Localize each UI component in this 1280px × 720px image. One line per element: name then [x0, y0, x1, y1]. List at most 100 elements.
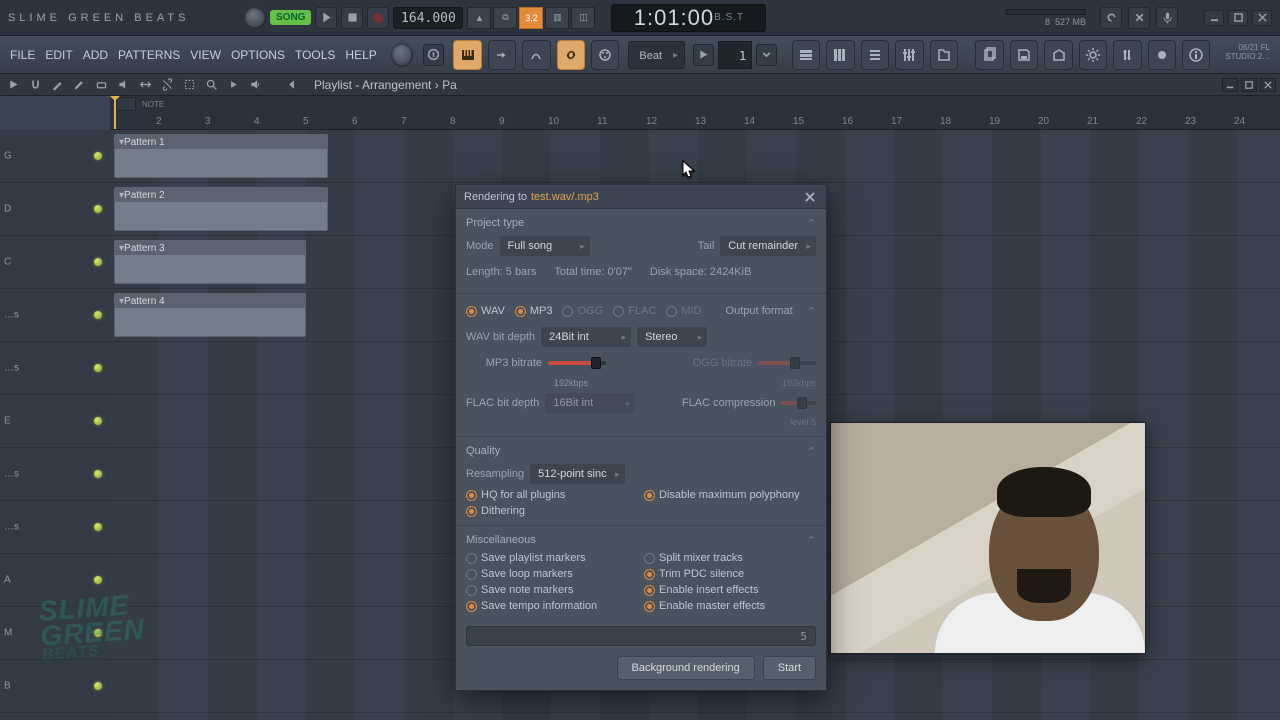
ts-play2-icon[interactable]: [224, 76, 242, 94]
menu-patterns[interactable]: PATTERNS: [114, 44, 184, 66]
track-header[interactable]: G: [0, 130, 110, 183]
track-header[interactable]: B: [0, 660, 110, 713]
render-tail-dropdown[interactable]: Cut remainder: [720, 236, 816, 256]
timeline-ruler[interactable]: NOTE 23456789101112131415161718192021222…: [110, 96, 1280, 130]
ts-erase-icon[interactable]: [92, 76, 110, 94]
ts-play-icon[interactable]: [4, 76, 22, 94]
clip-menu-icon[interactable]: [119, 243, 124, 254]
collapse-icon[interactable]: ⌃: [807, 305, 816, 318]
tempo-display[interactable]: 164.000: [393, 7, 463, 29]
check-hq-for-all-plugins[interactable]: HQ for all plugins: [466, 489, 638, 501]
track-header[interactable]: …s: [0, 448, 110, 501]
tool-info-icon[interactable]: [1182, 40, 1210, 70]
undo-history-icon[interactable]: [1100, 7, 1122, 29]
ts-magnet-icon[interactable]: [26, 76, 44, 94]
time-counter[interactable]: 1:01:00 B.S.T: [611, 4, 766, 32]
check-dithering[interactable]: Dithering: [466, 505, 638, 517]
master-volume-knob[interactable]: [391, 43, 414, 67]
check-save-tempo-information[interactable]: Save tempo information: [466, 600, 638, 612]
menu-options[interactable]: OPTIONS: [227, 44, 289, 66]
track-led-icon[interactable]: [94, 311, 102, 319]
metronome-icon[interactable]: ▲: [467, 7, 491, 29]
track-header[interactable]: E: [0, 395, 110, 448]
loop-rec-icon[interactable]: ◫: [571, 7, 595, 29]
snap-dropdown[interactable]: Beat: [628, 41, 685, 69]
view-playlist-icon[interactable]: [792, 40, 820, 70]
tool-audio-icon[interactable]: [1113, 40, 1141, 70]
tool-save-icon[interactable]: [1010, 40, 1038, 70]
play-button[interactable]: [315, 7, 337, 29]
ts-select-icon[interactable]: [180, 76, 198, 94]
menu-edit[interactable]: EDIT: [41, 44, 76, 66]
close-button[interactable]: [1252, 10, 1272, 26]
track-header[interactable]: …s: [0, 289, 110, 342]
check-save-note-markers[interactable]: Save note markers: [466, 584, 638, 596]
check-save-loop-markers[interactable]: Save loop markers: [466, 568, 638, 580]
step-seq-icon[interactable]: [488, 40, 516, 70]
tool-scissors-icon[interactable]: [1128, 7, 1150, 29]
track-led-icon[interactable]: [94, 205, 102, 213]
record-button[interactable]: [367, 7, 389, 29]
track-led-icon[interactable]: [94, 258, 102, 266]
clip-menu-icon[interactable]: [119, 137, 124, 148]
snap-icon[interactable]: [522, 40, 550, 70]
pattern-clip[interactable]: Pattern 4: [114, 293, 306, 337]
countdown-icon[interactable]: 3,2: [519, 7, 543, 29]
pl-close-icon[interactable]: [1260, 78, 1276, 92]
ts-brush-icon[interactable]: [70, 76, 88, 94]
ts-zoom-icon[interactable]: [202, 76, 220, 94]
menu-tools[interactable]: TOOLS: [291, 44, 339, 66]
view-pianoroll-icon[interactable]: [826, 40, 854, 70]
mp3-bitrate-slider[interactable]: [548, 361, 606, 365]
track-header[interactable]: C: [0, 236, 110, 289]
wait-icon[interactable]: ⧉: [493, 7, 517, 29]
hint-icon[interactable]: [423, 44, 444, 66]
resampling-dropdown[interactable]: 512-point sinc: [530, 464, 625, 484]
track-led-icon[interactable]: [94, 682, 102, 690]
check-disable-maximum-polyphony[interactable]: Disable maximum polyphony: [644, 489, 816, 501]
maximize-button[interactable]: [1228, 10, 1248, 26]
track-header[interactable]: D: [0, 183, 110, 236]
ts-speaker-icon[interactable]: [246, 76, 264, 94]
view-channelrack-icon[interactable]: [861, 40, 889, 70]
tool-copy-icon[interactable]: [975, 40, 1003, 70]
tool-render-icon[interactable]: [1044, 40, 1072, 70]
menu-file[interactable]: FILE: [6, 44, 39, 66]
view-browser-icon[interactable]: [930, 40, 958, 70]
format-mp3-radio[interactable]: MP3: [515, 305, 553, 317]
ts-mute-icon[interactable]: [114, 76, 132, 94]
check-enable-master-effects[interactable]: Enable master effects: [644, 600, 816, 612]
menu-view[interactable]: VIEW: [186, 44, 225, 66]
track-led-icon[interactable]: [94, 417, 102, 425]
check-trim-pdc-silence[interactable]: Trim PDC silence: [644, 568, 816, 580]
overdub-icon[interactable]: ▥: [545, 7, 569, 29]
pattern-clip[interactable]: Pattern 1: [114, 134, 328, 178]
clip-menu-icon[interactable]: [119, 296, 124, 307]
render-close-button[interactable]: [802, 189, 818, 205]
track-led-icon[interactable]: [94, 470, 102, 478]
menu-add[interactable]: ADD: [79, 44, 112, 66]
format-wav-radio[interactable]: WAV: [466, 305, 505, 317]
start-render-button[interactable]: Start: [763, 656, 816, 680]
render-dialog-title[interactable]: Rendering to test.wav/.mp3: [456, 185, 826, 209]
format-ogg-radio[interactable]: OGG: [562, 305, 603, 317]
menu-help[interactable]: HELP: [341, 44, 380, 66]
hint-knob[interactable]: [244, 7, 266, 29]
tool-settings-icon[interactable]: [1079, 40, 1107, 70]
ts-slip-icon[interactable]: [136, 76, 154, 94]
wav-depth-dropdown[interactable]: 24Bit int: [541, 327, 631, 347]
mode-badge[interactable]: SONG: [270, 10, 311, 25]
track-header[interactable]: …s: [0, 501, 110, 554]
track-led-icon[interactable]: [94, 576, 102, 584]
track-header[interactable]: …s: [0, 342, 110, 395]
pattern-clip[interactable]: Pattern 3: [114, 240, 306, 284]
minimize-button[interactable]: [1204, 10, 1224, 26]
collapse-icon[interactable]: ⌃: [807, 445, 816, 458]
view-mixer-icon[interactable]: [895, 40, 923, 70]
clip-menu-icon[interactable]: [119, 190, 124, 201]
stop-button[interactable]: [341, 7, 363, 29]
tool-rec-icon[interactable]: [1148, 40, 1176, 70]
pl-max-icon[interactable]: [1241, 78, 1257, 92]
midi-icon[interactable]: [591, 40, 619, 70]
background-render-button[interactable]: Background rendering: [617, 656, 755, 680]
